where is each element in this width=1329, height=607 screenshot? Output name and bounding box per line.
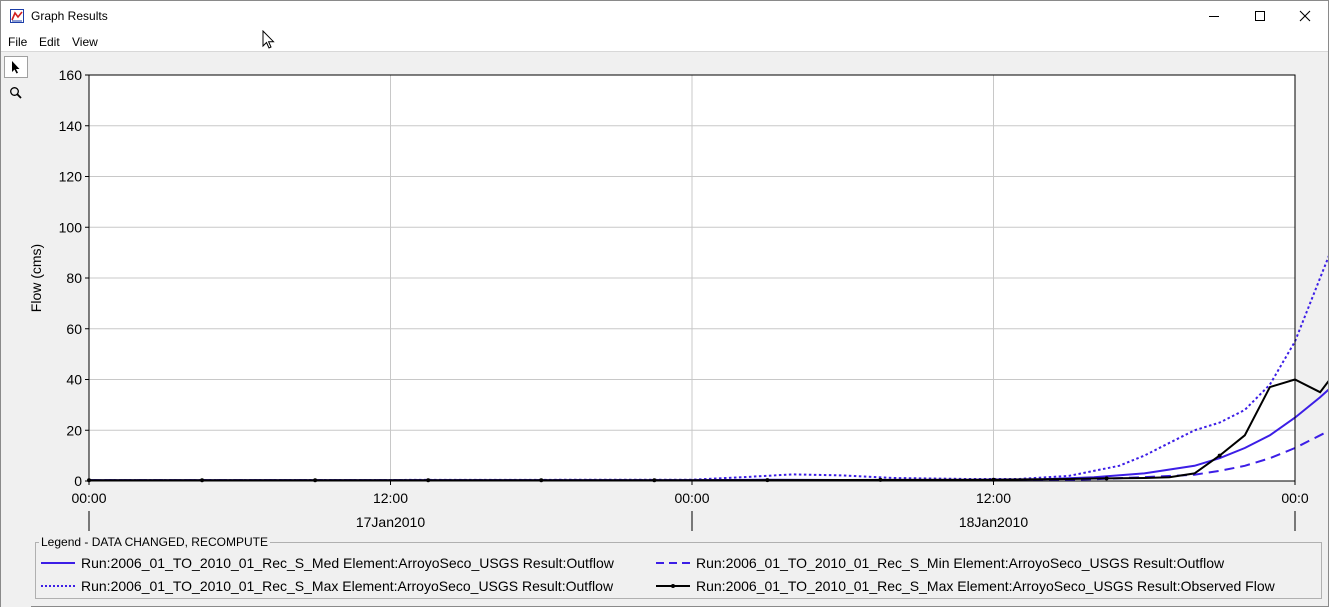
series-marker — [426, 478, 431, 483]
close-icon — [1299, 10, 1311, 22]
legend-swatch-dotted — [41, 585, 75, 587]
legend-entry-label: Run:2006_01_TO_2010_01_Rec_S_Max Element… — [81, 578, 614, 594]
chart-area: 0 20 40 60 80 100 120 140 160 00:00 12:00 00:00 12:… — [28, 53, 1329, 535]
menu-bar: File Edit View — [1, 31, 1328, 52]
zoom-icon — [10, 87, 22, 99]
series-marker — [652, 478, 657, 483]
y-tick-label: 80 — [66, 270, 82, 286]
menu-view[interactable]: View — [72, 35, 98, 49]
window-title: Graph Results — [31, 9, 108, 23]
y-tick-label: 100 — [59, 219, 83, 235]
legend-swatch-solid — [41, 562, 75, 564]
side-toolbar — [1, 53, 31, 607]
y-tick-label: 140 — [59, 118, 83, 134]
legend-entry-label: Run:2006_01_TO_2010_01_Rec_S_Min Element… — [696, 555, 1225, 571]
x-tick-label: 12:00 — [976, 490, 1011, 506]
mouse-cursor-icon — [262, 30, 275, 49]
y-tick-label: 40 — [66, 372, 82, 388]
flow-chart: 0 20 40 60 80 100 120 140 160 00:00 12:00 00:00 12:… — [28, 67, 1329, 531]
series-marker — [313, 478, 318, 483]
close-button[interactable] — [1282, 1, 1328, 31]
date-label: 17Jan2010 — [356, 514, 426, 530]
x-axis: 00:00 12:00 00:00 12:00 00:0 17Jan2010 18Jan20… — [71, 481, 1309, 531]
y-axis-label: Flow (cms) — [31, 244, 44, 312]
maximize-button[interactable] — [1237, 1, 1283, 31]
pointer-tool-button[interactable] — [4, 56, 28, 78]
legend-swatch-markers — [656, 584, 690, 588]
series-marker — [1217, 453, 1222, 458]
y-axis: 0 20 40 60 80 100 120 140 160 — [59, 67, 89, 489]
legend-entry-label: Run:2006_01_TO_2010_01_Rec_S_Med Element… — [81, 555, 614, 571]
y-tick-label: 120 — [59, 169, 83, 185]
menu-edit[interactable]: Edit — [39, 35, 60, 49]
legend-entry-max: Run:2006_01_TO_2010_01_Rec_S_Max Element… — [41, 578, 613, 594]
legend-entry-observed: Run:2006_01_TO_2010_01_Rec_S_Max Element… — [656, 578, 1275, 594]
menu-file[interactable]: File — [8, 35, 27, 49]
title-bar[interactable]: Graph Results — [1, 1, 1328, 31]
y-tick-label: 20 — [66, 422, 82, 438]
series-marker — [200, 478, 205, 483]
x-tick-label: 00:00 — [674, 490, 709, 506]
zoom-tool-button[interactable] — [4, 82, 28, 104]
date-label: 18Jan2010 — [959, 514, 1029, 530]
minimize-icon — [1209, 16, 1219, 17]
minimize-button[interactable] — [1191, 1, 1237, 31]
pointer-icon — [12, 61, 20, 74]
maximize-icon — [1255, 11, 1265, 21]
x-tick-label: 12:00 — [373, 490, 408, 506]
x-tick-label: 00:0 — [1281, 490, 1308, 506]
legend-swatch-dashed — [656, 562, 690, 564]
legend-entry-min: Run:2006_01_TO_2010_01_Rec_S_Min Element… — [656, 555, 1224, 571]
y-tick-label: 160 — [59, 67, 83, 83]
series-marker — [1104, 476, 1109, 481]
y-tick-label: 60 — [66, 321, 82, 337]
legend-title: Legend - DATA CHANGED, RECOMPUTE — [39, 535, 270, 549]
legend-entry-label: Run:2006_01_TO_2010_01_Rec_S_Max Element… — [696, 578, 1275, 594]
series-marker — [765, 478, 770, 483]
app-icon — [10, 9, 24, 23]
y-tick-label: 0 — [74, 473, 82, 489]
legend-entry-med: Run:2006_01_TO_2010_01_Rec_S_Med Element… — [41, 555, 614, 571]
graph-results-window: Graph Results File Edit View 0 20 40 60 … — [0, 0, 1329, 607]
series-marker — [539, 478, 544, 483]
x-tick-label: 00:00 — [71, 490, 106, 506]
